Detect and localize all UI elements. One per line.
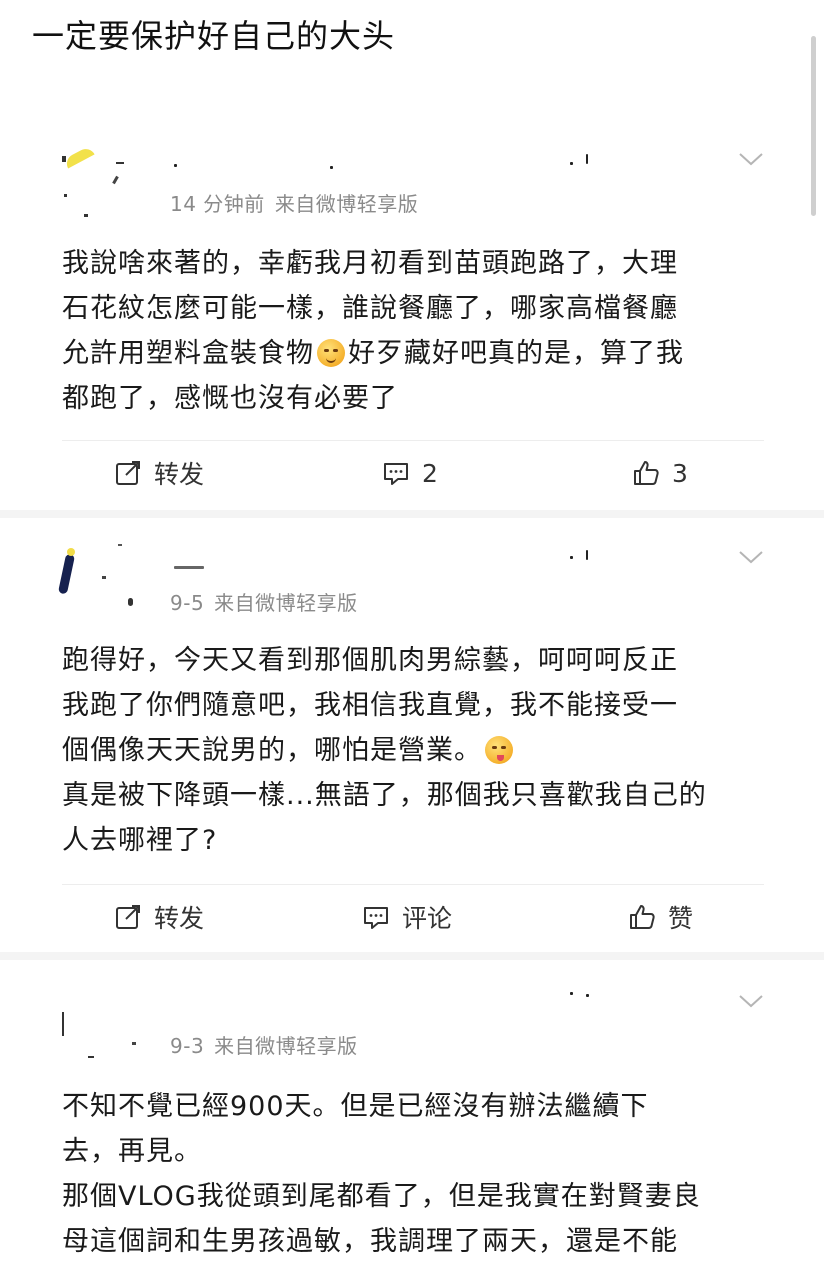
post-time: 9-5	[170, 591, 205, 615]
post-line: 不知不覺已經900天。但是已經沒有辦法繼續下	[62, 1091, 649, 1122]
chevron-down-icon[interactable]	[738, 150, 764, 168]
comment-icon	[384, 463, 408, 485]
section-separator	[0, 510, 824, 518]
username-redacted[interactable]	[170, 154, 600, 172]
comment-label: 评论	[402, 904, 453, 933]
post-line: 跑得好，今天又看到那個肌肉男綜藝，呵呵呵反正	[62, 645, 678, 676]
like-button[interactable]: 赞	[628, 900, 693, 934]
chevron-down-icon[interactable]	[738, 992, 764, 1010]
like-icon	[634, 461, 659, 485]
post-body: 我說啥來著的，幸虧我月初看到苗頭跑路了，大理 石花紋怎麼可能一樣，誰說餐廳了，哪家…	[62, 241, 782, 421]
comment-button[interactable]: 评论	[362, 900, 452, 934]
repost-button[interactable]: 转发	[114, 900, 204, 934]
post-time: 14 分钟前	[170, 192, 265, 216]
post-meta: 14 分钟前 来自微博轻享版	[170, 190, 418, 218]
chevron-down-icon[interactable]	[738, 548, 764, 566]
post-meta: 9-3 来自微博轻享版	[170, 1032, 358, 1060]
post-line: 我跑了你們隨意吧，我相信我直覺，我不能接受一	[62, 690, 678, 721]
like-icon	[630, 905, 655, 929]
post-line: 母這個詞和生男孩過敏，我調理了兩天，還是不能	[62, 1226, 678, 1257]
post-line: 我說啥來著的，幸虧我月初看到苗頭跑路了，大理	[62, 248, 678, 279]
comment-icon	[364, 907, 388, 929]
post-line: 去，再見。	[62, 1136, 202, 1167]
divider	[62, 884, 764, 885]
like-count: 3	[672, 458, 688, 488]
post-line-part: 好歹藏好吧真的是，算了我	[348, 338, 684, 369]
comment-count: 2	[422, 458, 438, 488]
comment-button[interactable]: 2	[382, 456, 438, 490]
username-redacted[interactable]	[170, 550, 600, 569]
post-meta: 9-5 来自微博轻享版	[170, 589, 358, 617]
sleepy-face-emoji	[317, 339, 345, 367]
divider	[62, 440, 764, 441]
repost-icon	[116, 461, 140, 485]
post-body: 不知不覺已經900天。但是已經沒有辦法繼續下 去，再見。那個VLOG我從頭到尾都看…	[62, 1084, 782, 1264]
post-body: 跑得好，今天又看到那個肌肉男綜藝，呵呵呵反正 我跑了你們隨意吧，我相信我直覺，我不…	[62, 638, 782, 863]
yum-face-emoji	[485, 736, 513, 764]
post-line-part: 允許用塑料盒裝食物	[62, 338, 314, 369]
repost-label: 转发	[154, 460, 205, 489]
post-line-part: 個偶像天天說男的，哪怕是營業。	[62, 735, 482, 766]
avatar[interactable]	[57, 542, 138, 622]
post-line-with-emoji: 個偶像天天說男的，哪怕是營業。	[62, 728, 782, 773]
post-time: 9-3	[170, 1034, 205, 1058]
post-line: 真是被下降頭一樣...無語了，那個我只喜歡我自己的	[62, 780, 707, 811]
username-redacted[interactable]	[170, 992, 600, 1002]
repost-icon	[116, 905, 140, 929]
post-source[interactable]: 来自微博轻享版	[214, 1034, 358, 1058]
scrollbar[interactable]	[811, 36, 816, 216]
avatar[interactable]	[58, 138, 138, 218]
weibo-comment-page: 一定要保护好自己的大头 14 分钟前 来自微博轻享版 我說啥來著的，幸虧我月初看到…	[0, 0, 824, 1280]
avatar[interactable]	[58, 1000, 138, 1080]
like-button[interactable]: 3	[632, 456, 688, 490]
section-separator	[0, 952, 824, 960]
post-source[interactable]: 来自微博轻享版	[214, 591, 358, 615]
repost-label: 转发	[154, 904, 205, 933]
page-title: 一定要保护好自己的大头	[32, 17, 396, 55]
post-line-with-emoji: 允許用塑料盒裝食物 好歹藏好吧真的是，算了我	[62, 331, 782, 376]
post-line: 都跑了，感慨也沒有必要了	[62, 383, 398, 414]
post-line: 那個VLOG我從頭到尾都看了，但是我實在對賢妻良	[62, 1181, 701, 1212]
like-label: 赞	[668, 904, 694, 933]
repost-button[interactable]: 转发	[114, 456, 204, 490]
post-line: 石花紋怎麼可能一樣，誰說餐廳了，哪家高檔餐廳	[62, 293, 678, 324]
post-source[interactable]: 来自微博轻享版	[275, 192, 419, 216]
post-line: 人去哪裡了?	[62, 825, 218, 856]
